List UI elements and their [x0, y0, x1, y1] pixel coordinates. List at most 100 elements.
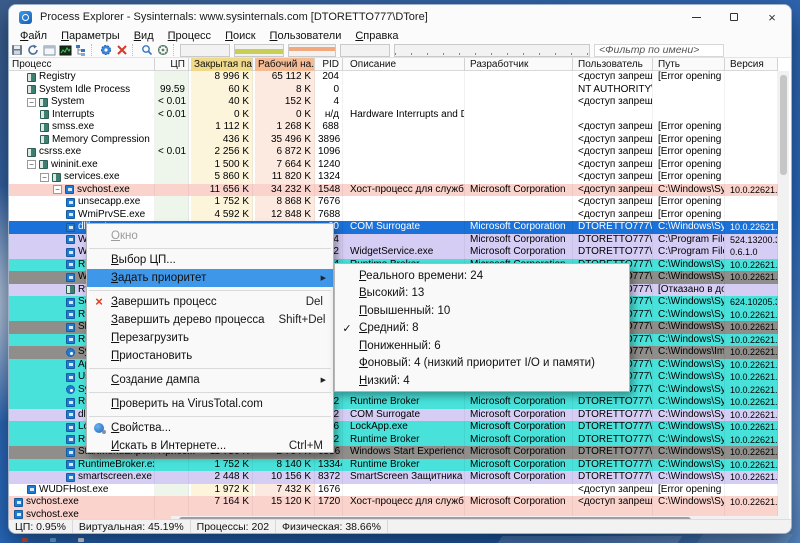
menubar-item-1[interactable]: Параметры — [54, 30, 127, 42]
menubar-item-6[interactable]: Справка — [348, 30, 405, 42]
column-header-cpu[interactable]: ЦП — [155, 58, 189, 71]
cell-user: <доступ запрещ... — [575, 121, 653, 134]
cell-path: [Error opening pro... — [655, 196, 725, 209]
column-header-ws[interactable]: Рабочий на... — [255, 58, 315, 71]
cell-ver — [727, 196, 778, 209]
cell-user: <доступ запрещ... — [575, 71, 653, 84]
refresh-button[interactable] — [25, 44, 41, 57]
find-window-target-icon[interactable] — [155, 44, 171, 57]
cell-user: DTORETTO777\D... — [575, 471, 653, 484]
save-button[interactable] — [9, 44, 25, 57]
priority-item-0[interactable]: Реального времени: 24 — [335, 267, 629, 285]
column-header-name[interactable]: Процесс — [9, 58, 155, 71]
priority-item-5[interactable]: Фоновый: 4 (низкий приоритет I/O и памят… — [335, 355, 629, 373]
context-menu-item-5[interactable]: ×Завершить процессDel — [87, 293, 333, 311]
context-menu-item-0: Окно — [87, 227, 333, 245]
system-process-icon — [66, 285, 75, 294]
menubar-item-3[interactable]: Процесс — [161, 30, 218, 42]
cell-user: DTORETTO777\D... — [575, 246, 653, 259]
taskbar-icon[interactable] — [22, 538, 28, 542]
cell-name: smartscreen.exe — [9, 471, 155, 484]
cell-pid: 1240 — [315, 159, 343, 172]
column-header-desc[interactable]: Описание — [347, 58, 465, 71]
taskbar-icon[interactable] — [78, 538, 84, 542]
physical-memory-graph[interactable] — [288, 44, 336, 57]
tree-expander[interactable]: − — [27, 160, 36, 169]
application-icon — [14, 510, 23, 519]
context-menu-item-7[interactable]: Перезагрузить — [87, 329, 333, 347]
process-row-7[interactable]: −wininit.exe1 500 K7 664 K1240<доступ за… — [9, 159, 778, 172]
process-row-33[interactable]: WUDFHost.exe1 972 K7 432 K1676<доступ за… — [9, 484, 778, 497]
process-row-4[interactable]: smss.exe1 112 K1 268 K688<доступ запрещ.… — [9, 121, 778, 134]
vertical-scrollbar-thumb[interactable] — [780, 75, 787, 175]
column-header-priv[interactable]: Закрытая па... — [191, 58, 253, 71]
process-row-6[interactable]: csrss.exe< 0.012 256 K6 872 K1096<доступ… — [9, 146, 778, 159]
system-information-button[interactable] — [41, 44, 57, 57]
priority-item-3[interactable]: ✓Средний: 8 — [335, 320, 629, 338]
process-row-3[interactable]: Interrupts< 0.010 K0 Kн/дHardware Interr… — [9, 109, 778, 122]
kill-process-button[interactable] — [114, 44, 130, 57]
cell-comp: Microsoft Corporation — [467, 409, 573, 422]
priority-item-2[interactable]: Повышенный: 10 — [335, 302, 629, 320]
taskbar-icon[interactable] — [50, 538, 56, 542]
context-menu-item-6[interactable]: Завершить дерево процессаShift+Del — [87, 311, 333, 329]
context-menu-item-2[interactable]: Выбор ЦП... — [87, 251, 333, 269]
priority-item-1[interactable]: Высокий: 13 — [335, 285, 629, 303]
column-header-ver[interactable]: Версия — [727, 58, 778, 71]
context-menu-item-3[interactable]: Задать приоритет▶ — [87, 269, 333, 287]
process-row-5[interactable]: Memory Compression436 K35 496 K3896<дост… — [9, 134, 778, 147]
close-button[interactable]: × — [753, 5, 791, 29]
context-menu-item-15[interactable]: Искать в Интернете...Ctrl+M — [87, 437, 333, 455]
column-header-pid[interactable]: PID — [315, 58, 343, 71]
cell-priv: 8 996 K — [191, 71, 253, 84]
process-row-0[interactable]: Registry8 996 K65 112 K204<доступ запрещ… — [9, 71, 778, 84]
cell-priv: 7 164 K — [191, 496, 253, 509]
commit-graph[interactable] — [234, 44, 284, 57]
process-row-10[interactable]: unsecapp.exe1 752 K8 868 K7676<доступ за… — [9, 196, 778, 209]
process-row-34[interactable]: svchost.exe7 164 K15 120 K1720Хост-проце… — [9, 496, 778, 509]
cell-ver — [727, 171, 778, 184]
process-row-32[interactable]: smartscreen.exe2 448 K10 156 K8372SmartS… — [9, 471, 778, 484]
cell-cpu — [155, 484, 189, 497]
process-row-9[interactable]: −svchost.exe11 656 K34 232 K1548Хост-про… — [9, 184, 778, 197]
cpu-usage-graph[interactable] — [180, 44, 230, 57]
gpu-graph[interactable] — [394, 44, 590, 57]
process-name: csrss.exe — [39, 146, 81, 159]
process-row-1[interactable]: System Idle Process99.5960 K8 K0NT AUTHO… — [9, 84, 778, 97]
context-menu-item-12[interactable]: Проверить на VirusTotal.com — [87, 395, 333, 413]
tree-expander[interactable]: − — [27, 98, 36, 107]
cpu-history-button[interactable] — [57, 44, 73, 57]
column-header-comp[interactable]: Разработчик — [467, 58, 573, 71]
io-graph[interactable] — [340, 44, 390, 57]
menubar-item-0[interactable]: Файл — [13, 30, 54, 42]
filter-input[interactable] — [594, 44, 724, 57]
cell-ver — [727, 84, 778, 97]
vertical-scrollbar[interactable] — [778, 71, 789, 521]
process-name: WmiPrvSE.exe — [78, 209, 145, 222]
title-bar[interactable]: Process Explorer - Sysinternals: www.sys… — [9, 5, 791, 29]
menubar-item-4[interactable]: Поиск — [218, 30, 262, 42]
tree-expander[interactable]: − — [53, 185, 62, 194]
tree-expander[interactable]: − — [40, 173, 49, 182]
find-handle-icon[interactable] — [139, 44, 155, 57]
cell-desc: Хост-процесс для служб W... — [347, 496, 465, 509]
priority-item-6[interactable]: Низкий: 4 — [335, 372, 629, 390]
process-row-11[interactable]: WmiPrvSE.exe4 592 K12 848 K7688<доступ з… — [9, 209, 778, 222]
menubar-item-2[interactable]: Вид — [127, 30, 161, 42]
process-row-8[interactable]: −services.exe5 860 K11 820 K1324<доступ … — [9, 171, 778, 184]
process-row-2[interactable]: −System< 0.0140 K152 K4<доступ запрещ... — [9, 96, 778, 109]
cell-desc: LockApp.exe — [347, 421, 465, 434]
process-row-31[interactable]: RuntimeBroker.exe1 752 K8 140 K13344Runt… — [9, 459, 778, 472]
properties-button[interactable] — [98, 44, 114, 57]
cell-ws: 7 432 K — [255, 484, 315, 497]
context-menu-item-8[interactable]: Приостановить — [87, 347, 333, 365]
column-header-user[interactable]: Пользователь — [575, 58, 653, 71]
minimize-button[interactable] — [677, 5, 715, 29]
context-menu-item-10[interactable]: Создание дампа▶ — [87, 371, 333, 389]
column-header-path[interactable]: Путь — [655, 58, 725, 71]
menubar-item-5[interactable]: Пользователи — [263, 30, 349, 42]
context-menu-item-14[interactable]: Свойства... — [87, 419, 333, 437]
priority-item-4[interactable]: Пониженный: 6 — [335, 337, 629, 355]
show-process-tree-button[interactable] — [73, 44, 89, 57]
maximize-button[interactable] — [715, 5, 753, 29]
